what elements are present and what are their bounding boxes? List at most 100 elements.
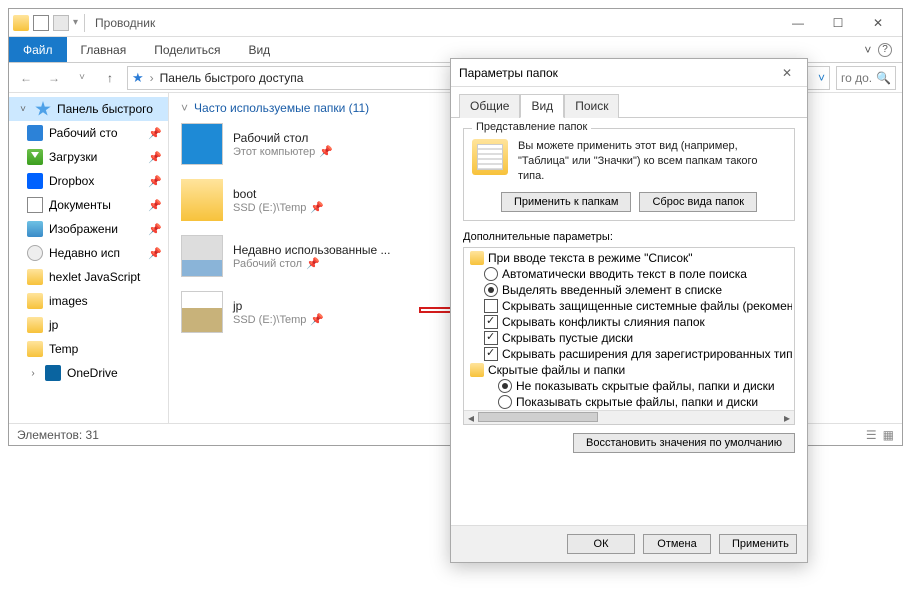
file-thumb-icon xyxy=(181,179,223,221)
ribbon-expand-icon[interactable]: ˅ ? xyxy=(854,37,902,62)
adv-item: Скрытые файлы и папки xyxy=(466,362,792,378)
sidebar-item-label: Temp xyxy=(49,342,78,356)
reset-folders-button[interactable]: Сброс вида папок xyxy=(639,192,757,212)
scroll-right-icon[interactable]: ▸ xyxy=(780,411,794,424)
radio-icon[interactable] xyxy=(498,395,512,409)
radio-icon[interactable] xyxy=(484,267,498,281)
sidebar-item-label: images xyxy=(49,294,88,308)
check-icon[interactable] xyxy=(484,331,498,345)
file-path: SSD (E:)\Temp📌 xyxy=(233,313,324,326)
adv-item[interactable]: Показывать скрытые файлы, папки и диски xyxy=(466,394,792,410)
file-name: jp xyxy=(233,299,324,313)
radio-icon[interactable] xyxy=(484,283,498,297)
chevron-down-icon[interactable]: ˅ xyxy=(181,101,188,115)
breadcrumb[interactable]: Панель быстрого доступа xyxy=(160,71,304,85)
advanced-settings-tree[interactable]: При вводе текста в режиме "Список"Автома… xyxy=(463,247,795,425)
chevron-right-icon[interactable]: › xyxy=(150,71,154,85)
dialog-close-button[interactable]: ✕ xyxy=(775,66,799,80)
nav-recent-icon[interactable]: ˅ xyxy=(71,67,93,89)
ribbon-tab-view[interactable]: Вид xyxy=(234,37,284,62)
pin-icon: 📌 xyxy=(148,223,162,236)
ok-button[interactable]: ОК xyxy=(567,534,635,554)
radio-icon[interactable] xyxy=(498,379,512,393)
adv-item[interactable]: Выделять введенный элемент в списке xyxy=(466,282,792,298)
sidebar-item-недавно-исп[interactable]: Недавно исп📌 xyxy=(9,241,168,265)
sidebar-item-temp[interactable]: Temp xyxy=(9,337,168,361)
adv-item[interactable]: Автоматически вводить текст в поле поиск… xyxy=(466,266,792,282)
group-legend: Представление папок xyxy=(472,121,591,133)
folder-icon xyxy=(470,251,484,265)
restore-defaults-button[interactable]: Восстановить значения по умолчанию xyxy=(573,433,795,453)
adv-item-label: Скрывать защищенные системные файлы (рек… xyxy=(502,299,792,313)
apply-to-folders-button[interactable]: Применить к папкам xyxy=(501,192,632,212)
sidebar-item-hexlet-javascript[interactable]: hexlet JavaScript xyxy=(9,265,168,289)
star-icon xyxy=(35,101,51,117)
pin-icon: 📌 xyxy=(148,151,162,164)
adv-item-label: Скрывать конфликты слияния папок xyxy=(502,315,705,329)
ribbon-tab-share[interactable]: Поделиться xyxy=(140,37,234,62)
adv-item[interactable]: Скрывать пустые диски xyxy=(466,330,792,346)
check-icon[interactable] xyxy=(484,315,498,329)
folder-icon xyxy=(27,317,43,333)
adv-item[interactable]: Не показывать скрытые файлы, папки и дис… xyxy=(466,378,792,394)
group-text: Вы можете применить этот вид (например, … xyxy=(518,139,786,184)
status-text: Элементов: 31 xyxy=(17,428,99,442)
file-thumb-icon xyxy=(181,235,223,277)
sidebar-item-изображени[interactable]: Изображени📌 xyxy=(9,217,168,241)
search-input[interactable] xyxy=(841,71,871,85)
expand-icon[interactable]: ˅ xyxy=(17,104,29,115)
sidebar-item-загрузки[interactable]: Загрузки 📌 xyxy=(9,145,168,169)
adv-item-label: Автоматически вводить текст в поле поиск… xyxy=(502,267,747,281)
adv-item-label: Не показывать скрытые файлы, папки и дис… xyxy=(516,379,775,393)
cancel-button[interactable]: Отмена xyxy=(643,534,711,554)
horiz-scrollbar[interactable]: ◂ ▸ xyxy=(464,410,794,424)
check-icon[interactable] xyxy=(484,299,498,313)
ribbon-file-tab[interactable]: Файл xyxy=(9,37,67,62)
qat-properties-icon[interactable] xyxy=(33,15,49,31)
nav-up-icon[interactable]: ↑ xyxy=(99,67,121,89)
sidebar-item-label: Загрузки xyxy=(49,150,97,164)
close-button[interactable]: ✕ xyxy=(858,11,898,35)
pin-icon: 📌 xyxy=(319,146,333,158)
dialog-tab-Вид[interactable]: Вид xyxy=(520,94,564,118)
minimize-button[interactable]: ― xyxy=(778,11,818,35)
view-details-icon[interactable]: ☰ xyxy=(866,428,877,442)
sidebar-item-label: Недавно исп xyxy=(49,246,120,260)
adv-item-label: Скрытые файлы и папки xyxy=(488,363,625,377)
adv-item[interactable]: Скрывать защищенные системные файлы (рек… xyxy=(466,298,792,314)
scroll-left-icon[interactable]: ◂ xyxy=(464,411,478,424)
qat-dropdown-icon[interactable]: ▾ xyxy=(73,17,78,28)
sidebar-item-dropbox[interactable]: Dropbox📌 xyxy=(9,169,168,193)
pin-icon: 📌 xyxy=(310,202,324,214)
maximize-button[interactable]: ☐ xyxy=(818,11,858,35)
check-icon[interactable] xyxy=(484,347,498,361)
sidebar-item-панель-быстрого[interactable]: ˅Панель быстрого xyxy=(9,97,168,121)
folder-icon xyxy=(470,363,484,377)
advanced-label: Дополнительные параметры: xyxy=(463,231,795,243)
search-icon[interactable]: 🔍 xyxy=(876,71,891,85)
sidebar-item-документы[interactable]: Документы📌 xyxy=(9,193,168,217)
file-path: Этот компьютер📌 xyxy=(233,145,333,158)
adv-item[interactable]: Скрывать расширения для зарегистрированн… xyxy=(466,346,792,362)
apply-button[interactable]: Применить xyxy=(719,534,797,554)
dialog-title: Параметры папок xyxy=(459,66,558,80)
nav-forward-icon[interactable]: → xyxy=(43,67,65,89)
expand-icon[interactable]: › xyxy=(27,368,39,379)
docs-icon xyxy=(27,197,43,213)
scroll-thumb[interactable] xyxy=(478,412,598,422)
addr-dropdown-icon[interactable]: ˅ xyxy=(818,71,825,85)
ribbon-tab-home[interactable]: Главная xyxy=(67,37,141,62)
dialog-tabs: ОбщиеВидПоиск xyxy=(451,87,807,118)
view-icons-icon[interactable]: ▦ xyxy=(883,428,894,442)
sidebar-item-onedrive[interactable]: ›OneDrive xyxy=(9,361,168,385)
desktop-icon xyxy=(27,125,43,141)
nav-back-icon[interactable]: ← xyxy=(15,67,37,89)
dialog-tab-Поиск[interactable]: Поиск xyxy=(564,94,619,118)
sidebar-item-images[interactable]: images xyxy=(9,289,168,313)
sidebar-item-jp[interactable]: jp xyxy=(9,313,168,337)
adv-item[interactable]: Скрывать конфликты слияния папок xyxy=(466,314,792,330)
sidebar-item-рабочий-сто[interactable]: Рабочий сто📌 xyxy=(9,121,168,145)
dialog-tab-Общие[interactable]: Общие xyxy=(459,94,520,118)
qat-new-folder-icon[interactable] xyxy=(53,15,69,31)
search-box[interactable]: 🔍 xyxy=(836,66,896,90)
